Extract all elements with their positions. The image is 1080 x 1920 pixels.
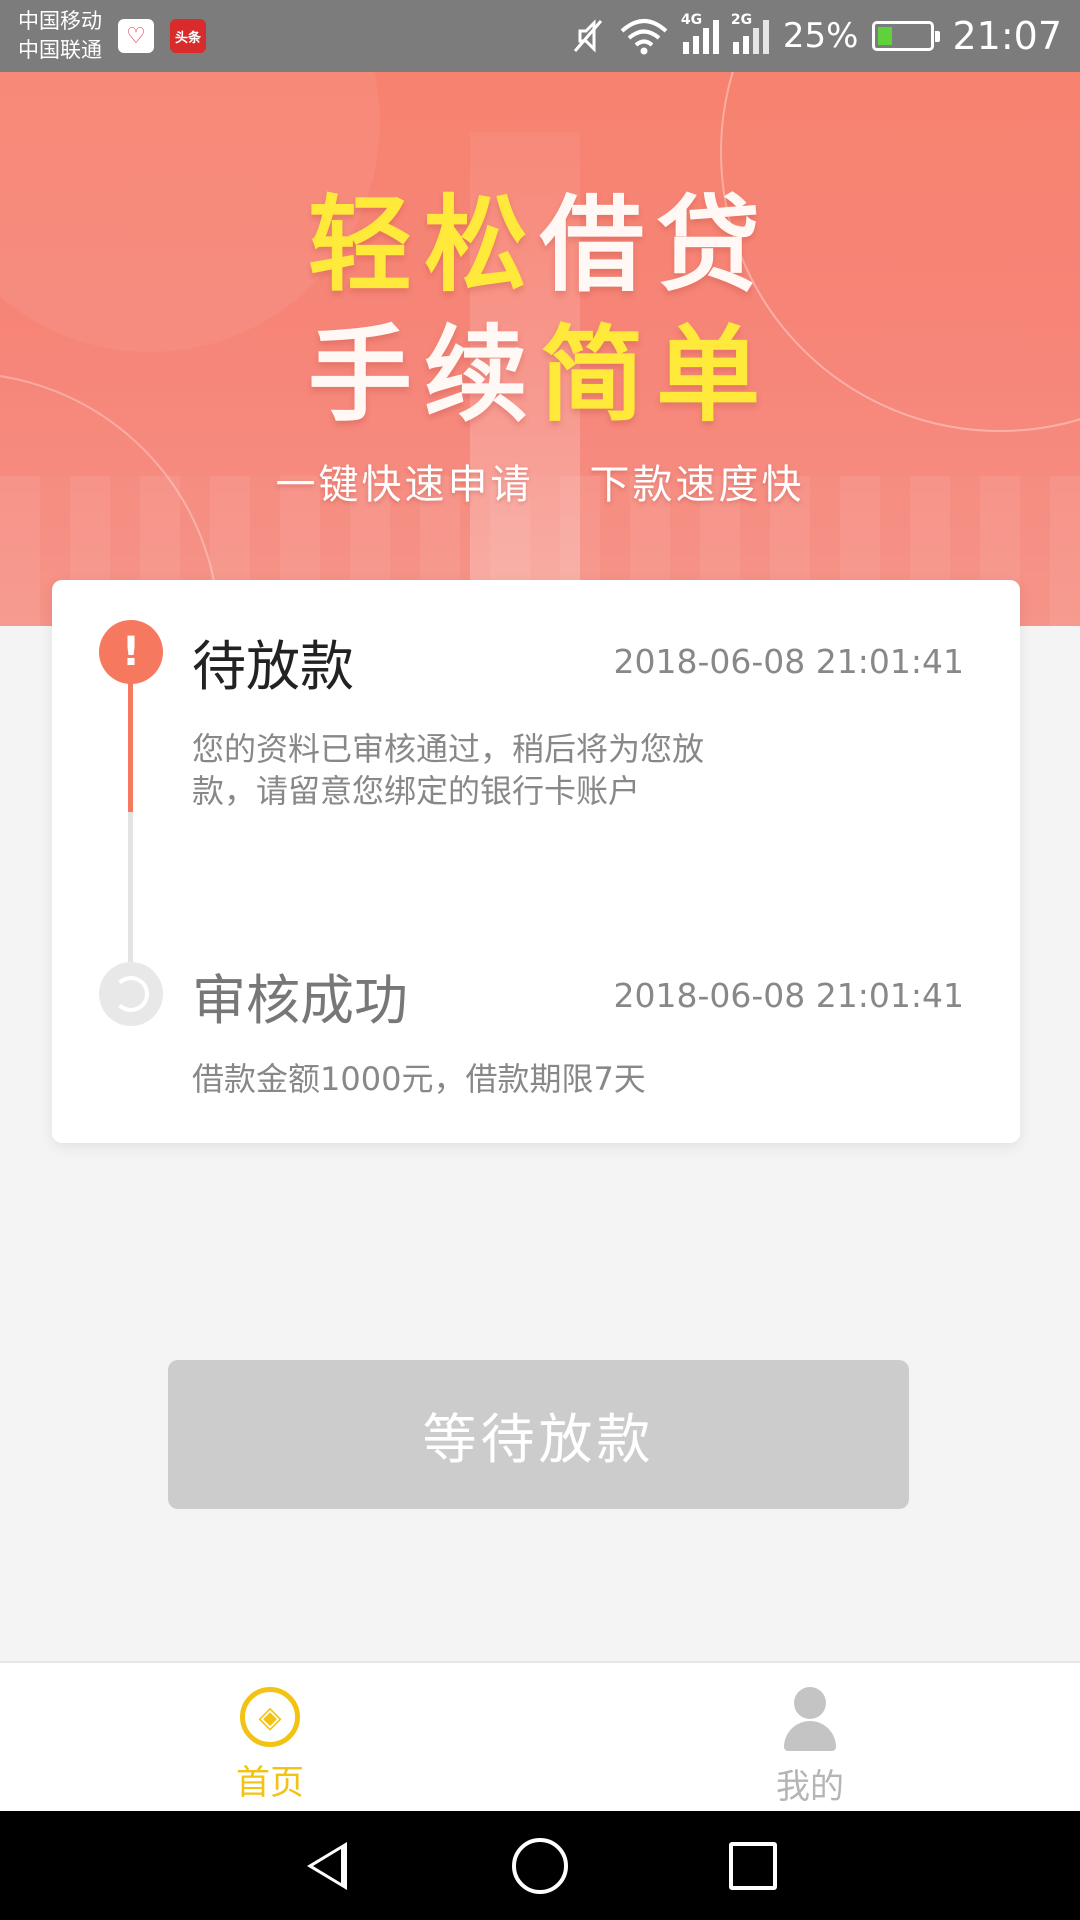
banner-headline-1a: 轻松 bbox=[307, 184, 540, 306]
news-app-icon: 头条 bbox=[170, 19, 206, 53]
banner-headline-2a: 手续 bbox=[307, 314, 540, 436]
carrier-1: 中国移动 bbox=[18, 9, 102, 33]
banner-headline-2: 手续简单 bbox=[0, 290, 1080, 441]
signal-2g-icon: 2G bbox=[731, 12, 769, 54]
user-icon bbox=[780, 1687, 840, 1751]
step-time-approved: 2018-06-08 21:01:41 bbox=[613, 976, 964, 1015]
signal-4g-icon: 4G bbox=[681, 12, 719, 54]
step-desc-approved: 借款金额1000元，借款期限7天 bbox=[192, 1060, 646, 1098]
banner-headline-1b: 借贷 bbox=[540, 184, 773, 306]
recent-apps-icon[interactable] bbox=[725, 1838, 781, 1894]
battery-icon bbox=[872, 21, 941, 51]
news-app-label: 头条 bbox=[174, 30, 201, 46]
nav-home[interactable]: ◈ 首页 bbox=[0, 1663, 540, 1811]
nav-mine-label: 我的 bbox=[776, 1767, 844, 1807]
signal-4g-label: 4G bbox=[680, 12, 703, 28]
health-app-icon: ♡ bbox=[118, 19, 154, 53]
battery-percent: 25% bbox=[782, 16, 859, 56]
back-icon[interactable] bbox=[299, 1838, 355, 1894]
banner-sub-2: 下款速度快 bbox=[589, 462, 805, 508]
nav-mine[interactable]: 我的 bbox=[540, 1663, 1080, 1811]
banner-headline-2b: 简单 bbox=[540, 314, 773, 436]
banner-sub-1: 一键快速申请 bbox=[275, 462, 534, 508]
home-coin-icon: ◈ bbox=[240, 1687, 300, 1747]
home-circle-icon[interactable] bbox=[511, 1837, 568, 1894]
promo-banner: 轻松借贷 手续简单 一键快速申请 下款速度快 bbox=[0, 72, 1080, 626]
mute-icon bbox=[573, 19, 603, 53]
banner-headline-1: 轻松借贷 bbox=[0, 160, 1080, 311]
wifi-icon bbox=[620, 19, 668, 55]
status-indicators: 4G 2G 25% 21:07 bbox=[571, 12, 1062, 58]
step-title-approved: 审核成功 bbox=[192, 969, 408, 1032]
alert-icon: ! bbox=[99, 620, 163, 684]
step-desc-pending: 您的资料已审核通过，稍后将为您放款，请留意您绑定的银行卡账户 bbox=[192, 730, 705, 810]
refresh-icon bbox=[99, 962, 163, 1026]
timeline-inactive-segment bbox=[128, 812, 133, 968]
system-nav-bar bbox=[0, 1811, 1080, 1920]
carrier-info: 中国移动 中国联通 bbox=[18, 7, 102, 65]
status-bar: 中国移动 中国联通 ♡ 头条 4G 2G 25% 21:07 bbox=[0, 0, 1080, 72]
step-time-pending: 2018-06-08 21:01:41 bbox=[613, 642, 964, 681]
step-title-pending: 待放款 bbox=[192, 635, 354, 698]
banner-subtitle: 一键快速申请 下款速度快 bbox=[0, 452, 1080, 510]
await-disbursement-button[interactable]: 等待放款 bbox=[168, 1360, 909, 1509]
bottom-nav: ◈ 首页 我的 bbox=[0, 1661, 1080, 1811]
clock: 21:07 bbox=[952, 14, 1062, 58]
loan-progress-card: ! 待放款 2018-06-08 21:01:41 您的资料已审核通过，稍后将为… bbox=[52, 580, 1020, 1143]
nav-home-label: 首页 bbox=[236, 1763, 304, 1803]
carrier-2: 中国联通 bbox=[18, 38, 102, 62]
signal-2g-label: 2G bbox=[730, 12, 753, 28]
